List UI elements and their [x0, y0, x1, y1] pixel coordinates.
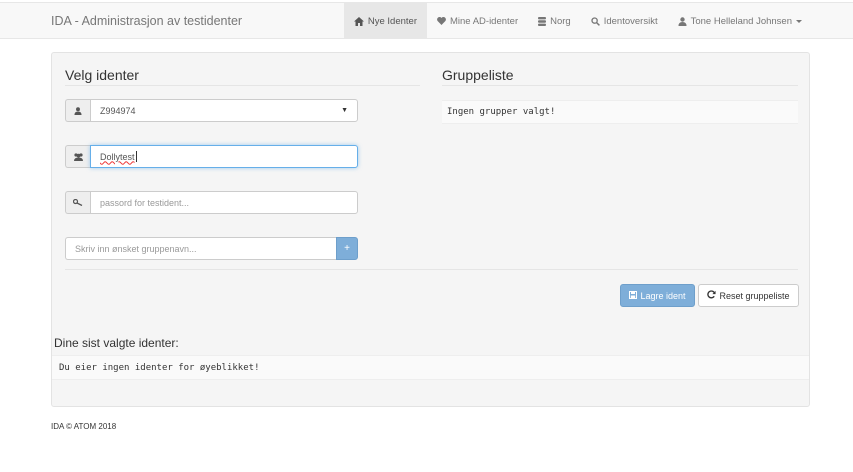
user-icon	[65, 99, 90, 122]
nav-menu: Nye Identer Mine AD-identer Norg Identov…	[343, 3, 853, 39]
users-icon	[65, 145, 90, 168]
app-title[interactable]: IDA - Administrasjon av testidenter	[51, 14, 242, 28]
floppy-disk-icon	[629, 290, 638, 301]
user-select-group: Z994974 ▼	[65, 99, 358, 122]
footer-text: IDA © ATOM 2018	[51, 422, 117, 431]
nav-item-label: Tone Helleland Johnsen	[690, 15, 792, 27]
heart-icon	[437, 17, 446, 25]
divider	[442, 85, 798, 86]
chevron-down-icon	[796, 19, 802, 23]
group-input[interactable]: Dollytest	[90, 145, 358, 168]
password-input[interactable]: passord for testident...	[90, 191, 358, 214]
home-icon	[353, 16, 364, 26]
reset-group-list-label: Reset gruppeliste	[719, 290, 790, 301]
nav-item-label: Norg	[550, 15, 571, 27]
gruppeliste-heading: Gruppeliste	[442, 67, 514, 83]
nav-item-norg[interactable]: Norg	[528, 3, 581, 39]
nav-item-user-menu[interactable]: Tone Helleland Johnsen	[668, 3, 853, 39]
group-list-empty: Ingen grupper valgt!	[442, 100, 798, 124]
group-input-value: Dollytest	[100, 151, 135, 162]
group-name-input[interactable]: Skriv inn ønsket gruppenavn...	[65, 237, 336, 260]
reset-group-list-button[interactable]: Reset gruppeliste	[698, 284, 799, 307]
text-cursor	[135, 151, 137, 162]
key-icon	[65, 191, 90, 214]
nav-item-mine-ad-identer[interactable]: Mine AD-identer	[427, 3, 528, 39]
chevron-down-icon: ▼	[341, 107, 348, 114]
group-name-input-group: Skriv inn ønsket gruppenavn... +	[65, 237, 358, 260]
add-group-button[interactable]: +	[336, 237, 358, 260]
password-field-group: passord for testident...	[65, 191, 358, 214]
nav-item-label: Mine AD-identer	[450, 15, 519, 27]
main-panel: Velg identer Gruppeliste Z994974 ▼ Dolly…	[51, 52, 810, 407]
group-field-group: Dollytest	[65, 145, 358, 168]
divider	[65, 85, 420, 86]
user-select[interactable]: Z994974 ▼	[90, 99, 358, 122]
search-icon	[591, 16, 600, 26]
velg-identer-heading: Velg identer	[65, 67, 139, 83]
divider	[65, 269, 798, 270]
nav-item-label: Nye Identer	[367, 15, 417, 27]
refresh-icon	[707, 290, 717, 301]
navbar: IDA - Administrasjon av testidenter Nye …	[0, 2, 853, 39]
recent-identer-heading: Dine sist valgte identer:	[54, 336, 179, 350]
nav-item-nye-identer[interactable]: Nye Identer	[343, 3, 427, 39]
user-select-value: Z994974	[100, 105, 136, 116]
nav-item-label: Identoversikt	[603, 15, 658, 27]
database-icon	[538, 16, 547, 26]
save-ident-button[interactable]: Lagre ident	[620, 284, 695, 307]
save-ident-label: Lagre ident	[640, 290, 686, 301]
recent-identer-empty: Du eier ingen identer for øyeblikket!	[52, 355, 809, 380]
nav-item-identoversikt[interactable]: Identoversikt	[581, 3, 668, 39]
user-icon	[678, 16, 687, 26]
